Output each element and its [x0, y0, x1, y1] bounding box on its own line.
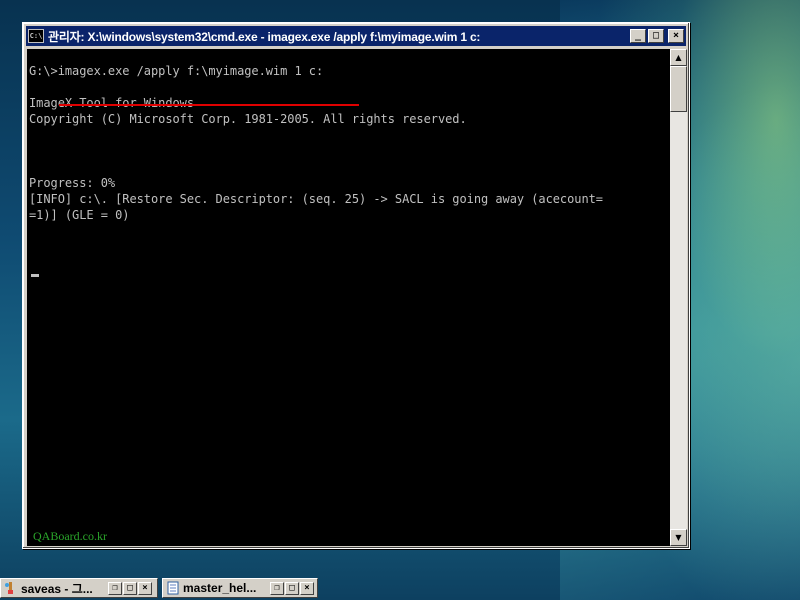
taskbar-item-saveas[interactable]: saveas - 그... ❐ □ ×	[0, 578, 158, 598]
close-button[interactable]: ×	[668, 29, 684, 43]
scroll-thumb[interactable]	[670, 66, 687, 112]
command-highlight-underline	[59, 104, 359, 106]
taskbar-item-label: master_hel...	[183, 581, 257, 595]
console-line: Copyright (C) Microsoft Corp. 1981-2005.…	[29, 112, 467, 126]
notepad-icon	[167, 581, 179, 595]
taskbar-item-master-help[interactable]: master_hel... ❐ □ ×	[162, 578, 318, 598]
console-line: [INFO] c:\. [Restore Sec. Descriptor: (s…	[29, 192, 603, 206]
console-line: G:\>imagex.exe /apply f:\myimage.wim 1 c…	[29, 64, 324, 78]
watermark: QABoard.co.kr	[33, 529, 107, 543]
text-cursor	[31, 274, 39, 277]
maximize-button[interactable]: □	[648, 29, 664, 43]
taskbar-item-label: saveas - 그...	[21, 581, 93, 596]
console-output[interactable]: G:\>imagex.exe /apply f:\myimage.wim 1 c…	[27, 49, 670, 546]
scroll-up-button[interactable]: ▲	[670, 49, 687, 66]
console-line: =1)] (GLE = 0)	[29, 208, 130, 222]
maximize-button[interactable]: □	[285, 581, 299, 595]
console-line: ImageX Tool for Windows	[29, 96, 195, 110]
vertical-scrollbar[interactable]: ▲ ▼	[670, 49, 687, 546]
cmd-window[interactable]: C:\ 관리자: X:\windows\system32\cmd.exe - i…	[22, 22, 690, 549]
cmd-icon: C:\	[28, 29, 44, 43]
paint-icon	[5, 582, 13, 594]
window-titlebar[interactable]: C:\ 관리자: X:\windows\system32\cmd.exe - i…	[26, 26, 686, 46]
close-button[interactable]: ×	[300, 581, 314, 595]
window-title: 관리자: X:\windows\system32\cmd.exe - image…	[48, 29, 481, 44]
maximize-button[interactable]: □	[123, 581, 137, 595]
minimize-button[interactable]: _	[630, 29, 646, 43]
scroll-down-button[interactable]: ▼	[670, 529, 687, 546]
restore-button[interactable]: ❐	[108, 581, 122, 595]
close-button[interactable]: ×	[138, 581, 152, 595]
console-line: Progress: 0%	[29, 176, 116, 190]
restore-button[interactable]: ❐	[270, 581, 284, 595]
